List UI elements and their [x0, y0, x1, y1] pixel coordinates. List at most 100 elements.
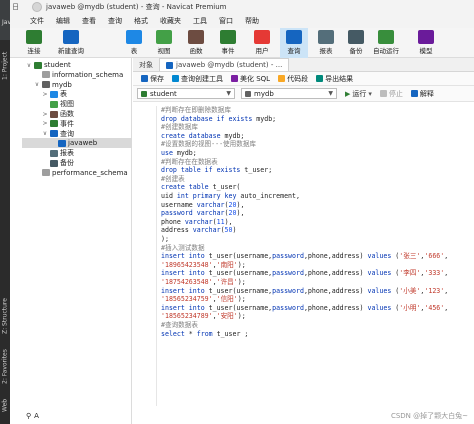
tree-item-information_schema[interactable]: information_schema — [22, 70, 132, 80]
run-button[interactable]: ▶ 运行 ▾ — [345, 89, 372, 99]
toolbar-button-label: 自动运行 — [373, 47, 399, 55]
tree-item[interactable]: > 事件 — [22, 119, 132, 129]
code-token: '456' — [424, 303, 445, 312]
tree-item-javaweb[interactable]: javaweb — [22, 138, 132, 149]
connection-bar: student ▼ mydb ▼ ▶ 运行 ▾ 停止 解释 — [133, 86, 474, 102]
toolbar-button-connect[interactable]: 连接 — [20, 28, 48, 58]
code-token: #创建数据库 — [161, 123, 198, 132]
navicat-app-icon — [32, 2, 42, 12]
code-token: #设置数据的视图---使用数据库 — [161, 140, 257, 149]
code-token: , — [444, 252, 449, 261]
toolbar-button-event[interactable]: 事件 — [214, 28, 242, 58]
query-builder-icon — [172, 75, 179, 82]
editor-gutter — [133, 106, 157, 406]
expand-toggle-icon[interactable]: ∨ — [26, 62, 32, 69]
code-token: #插入测试数据 — [161, 243, 205, 252]
expand-toggle-icon[interactable]: > — [42, 91, 48, 98]
code-snippet-button[interactable]: 代码段 — [278, 74, 308, 84]
code-line: '18565234759','信阳'); — [161, 295, 246, 304]
toolbar-button-new-query[interactable]: 新建查询 — [54, 28, 88, 58]
beautify-label: 美化 SQL — [240, 74, 271, 83]
menu-favorites[interactable]: 收藏夹 — [154, 16, 187, 26]
expand-toggle-icon[interactable]: ∨ — [42, 130, 48, 137]
toolbar-button-table[interactable]: 表 — [120, 28, 148, 58]
ide-tab-structure[interactable]: Z: Structure — [1, 290, 9, 334]
database-select[interactable]: mydb ▼ — [241, 88, 337, 99]
sql-editor[interactable]: #判断存在即删除数据库 drop database if exists mydb;… — [133, 102, 474, 424]
tree-item[interactable]: ∨ 查询 — [22, 129, 132, 139]
stop-button[interactable]: 停止 — [379, 89, 403, 99]
code-token: uid — [161, 192, 177, 200]
tree-item[interactable]: 报表 — [22, 148, 132, 158]
menu-query[interactable]: 查询 — [102, 16, 128, 26]
menu-window[interactable]: 窗口 — [213, 16, 239, 26]
tree-search-input[interactable]: A — [34, 412, 39, 420]
tree-search[interactable]: ⚲ A — [26, 412, 39, 420]
tree-item[interactable]: > 表 — [22, 89, 132, 99]
gutter-marker — [133, 291, 143, 299]
toolbar-button-auto-run[interactable]: 自动运行 — [372, 28, 400, 58]
expand-toggle-icon[interactable]: ∨ — [34, 81, 40, 88]
explain-button[interactable]: 解释 — [410, 89, 434, 99]
toolbar-button-user[interactable]: 用户 — [248, 28, 276, 58]
code-token: insert into — [161, 303, 209, 312]
menu-help[interactable]: 帮助 — [239, 16, 265, 26]
code-token: ,phone,address) — [303, 252, 368, 261]
tab-objects[interactable]: 对象 — [133, 58, 159, 71]
tree-item[interactable]: > 函数 — [22, 109, 132, 119]
tree-node-icon — [42, 71, 50, 79]
toolbar-button-backup[interactable]: 备份 — [342, 28, 370, 58]
toolbar-button-report[interactable]: 报表 — [312, 28, 340, 58]
toolbar-button-function[interactable]: 函数 — [182, 28, 210, 58]
code-token: varchar — [192, 226, 221, 235]
gutter-marker — [133, 334, 143, 342]
tree-item-performance_schema[interactable]: performance_schema — [22, 168, 132, 178]
code-line: #创建表 — [161, 175, 185, 184]
toolbar-button-label: 表 — [130, 47, 138, 55]
ide-tab-project[interactable]: 1: Project — [1, 40, 9, 80]
code-token: password — [272, 286, 304, 295]
menu-tools[interactable]: 工具 — [187, 16, 213, 26]
tab-query-javaweb[interactable]: javaweb @mydb (student) - ... — [159, 58, 290, 71]
expand-toggle-icon[interactable]: > — [42, 120, 48, 127]
model-icon — [418, 30, 434, 44]
tree-item[interactable]: 视图 — [22, 99, 132, 109]
code-token: password — [272, 269, 304, 278]
code-token: phone — [161, 217, 185, 226]
code-line: username varchar(20), — [161, 201, 244, 210]
ide-tab-web[interactable]: Web — [1, 392, 9, 412]
code-token: t_user( — [212, 183, 241, 192]
tab-query-label: javaweb @mydb (student) - ... — [176, 61, 283, 69]
gutter-marker — [133, 325, 143, 333]
tree-item-mydb[interactable]: ∨ mydb — [22, 80, 132, 90]
ide-tab-favorites[interactable]: 2: Favorites — [1, 338, 9, 384]
menu-edit[interactable]: 编辑 — [50, 16, 76, 26]
code-token: ), — [236, 200, 245, 209]
gutter-marker — [133, 179, 143, 187]
tree-item-label: 查询 — [60, 129, 74, 138]
tree-item[interactable]: 备份 — [22, 158, 132, 168]
menu-format[interactable]: 格式 — [128, 16, 154, 26]
beautify-sql-button[interactable]: 美化 SQL — [231, 74, 270, 84]
tree-node-icon — [42, 169, 50, 177]
menu-file[interactable]: 文件 — [24, 16, 50, 26]
query-builder-button[interactable]: 查询创建工具 — [172, 74, 223, 84]
snippet-icon — [278, 75, 286, 82]
code-token: ); — [237, 278, 246, 286]
toolbar-button-view[interactable]: 视图 — [150, 28, 178, 58]
expand-toggle-icon[interactable]: > — [42, 111, 48, 118]
query-toolbar: 保存 查询创建工具 美化 SQL 代码段 导出结果 — [133, 72, 474, 86]
toolbar-button-query[interactable]: 查询 — [280, 28, 308, 58]
main-toolbar: 连接 新建查询 表 视图 函数 事件 用户 查询 报表 备份 自动运行 模型 — [10, 28, 474, 58]
toolbar-button-label: 视图 — [157, 47, 171, 55]
save-button[interactable]: 保存 — [141, 74, 164, 84]
code-line: insert into t_user(username,password,pho… — [161, 269, 448, 278]
play-icon: ▶ — [345, 89, 351, 98]
event-icon — [220, 30, 236, 44]
menu-view[interactable]: 查看 — [76, 16, 102, 26]
code-token: '李四' — [399, 269, 421, 278]
tree-item-student[interactable]: ∨ student — [22, 60, 132, 70]
server-select[interactable]: student ▼ — [137, 88, 235, 99]
export-result-button[interactable]: 导出结果 — [316, 74, 353, 84]
toolbar-button-model[interactable]: 模型 — [412, 28, 440, 58]
